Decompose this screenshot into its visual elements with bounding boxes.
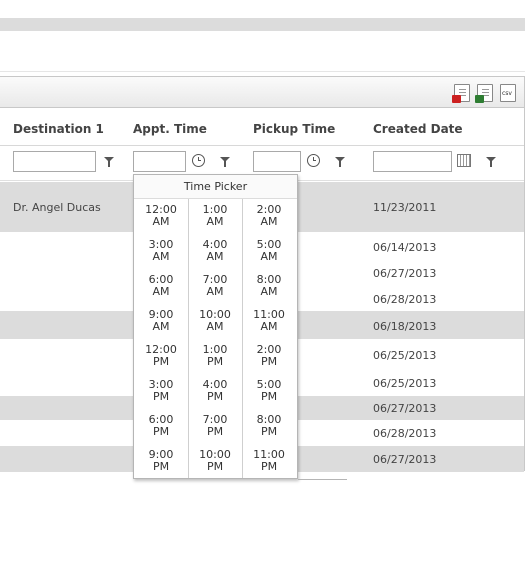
time-option-period: PM	[206, 390, 224, 403]
time-option-period: AM	[260, 285, 278, 298]
time-picker-title: Time Picker	[134, 175, 297, 199]
time-option-period: PM	[206, 355, 224, 368]
time-option-period: AM	[206, 250, 224, 263]
time-option[interactable]: 12:00 AM	[134, 204, 188, 228]
time-option-period: PM	[152, 425, 170, 438]
excel-export-icon[interactable]	[475, 84, 493, 103]
time-option[interactable]: 11:00 AM	[242, 309, 296, 333]
time-option[interactable]: 1:00 AM	[188, 204, 242, 228]
destination-cell: Dr. Angel Ducas	[13, 201, 101, 214]
time-option-period: PM	[206, 460, 224, 473]
time-option[interactable]: 7:00 PM	[188, 414, 242, 438]
time-option[interactable]: 8:00 AM	[242, 274, 296, 298]
time-picker-popup: Time Picker 12:00 AM 1:00 AM 2:00 AM 3:00 AM 4:0…	[133, 174, 298, 479]
pickup-time-filter-input[interactable]	[253, 151, 301, 172]
time-option-period: AM	[260, 215, 278, 228]
time-option-period: AM	[260, 320, 278, 333]
time-option[interactable]: 5:00 PM	[242, 379, 296, 403]
time-option-period: PM	[260, 390, 278, 403]
time-option[interactable]: 9:00 PM	[134, 449, 188, 473]
created-date-filter-icon[interactable]	[486, 157, 496, 167]
time-option-period: AM	[152, 320, 170, 333]
time-option-period: PM	[260, 460, 278, 473]
time-option[interactable]: 7:00 AM	[188, 274, 242, 298]
time-option-period: PM	[260, 425, 278, 438]
picker-shadow-edge	[298, 479, 347, 480]
appt-time-clock-icon[interactable]	[192, 154, 205, 167]
destination-filter-input[interactable]	[13, 151, 96, 172]
time-option[interactable]: 6:00 AM	[134, 274, 188, 298]
created-date-cell: 06/25/2013	[373, 349, 437, 362]
time-option[interactable]: 2:00 AM	[242, 204, 296, 228]
time-option-period: AM	[206, 320, 224, 333]
time-option[interactable]: 4:00 AM	[188, 239, 242, 263]
time-option[interactable]: 6:00 PM	[134, 414, 188, 438]
time-option[interactable]: 9:00 AM	[134, 309, 188, 333]
time-option-period: AM	[152, 285, 170, 298]
pdf-export-icon[interactable]	[452, 84, 470, 103]
column-header-appt-time[interactable]: Appt. Time	[133, 122, 207, 136]
time-option[interactable]: 1:00 PM	[188, 344, 242, 368]
created-date-filter-input[interactable]	[373, 151, 452, 172]
time-option[interactable]: 11:00 PM	[242, 449, 296, 473]
time-option[interactable]: 3:00 PM	[134, 379, 188, 403]
created-date-cell: 06/27/2013	[373, 402, 437, 415]
created-date-cell: 06/18/2013	[373, 320, 437, 333]
time-option-period: AM	[260, 250, 278, 263]
time-option-period: PM	[206, 425, 224, 438]
time-option-period: AM	[152, 250, 170, 263]
column-header-row: Destination 1 Appt. Time Pickup Time Cre…	[0, 108, 524, 146]
column-header-created-date[interactable]: Created Date	[373, 122, 463, 136]
created-date-cell: 06/27/2013	[373, 267, 437, 280]
time-option[interactable]: 10:00 AM	[188, 309, 242, 333]
csv-label: csv	[502, 90, 512, 97]
destination-filter-icon[interactable]	[104, 157, 114, 167]
appt-time-filter-icon[interactable]	[220, 157, 230, 167]
time-option[interactable]: 2:00 PM	[242, 344, 296, 368]
calendar-icon[interactable]	[457, 154, 471, 167]
time-option[interactable]: 3:00 AM	[134, 239, 188, 263]
time-option-period: AM	[206, 215, 224, 228]
created-date-cell: 06/28/2013	[373, 427, 437, 440]
pickup-time-filter-icon[interactable]	[335, 157, 345, 167]
created-date-cell: 06/27/2013	[373, 453, 437, 466]
created-date-cell: 06/28/2013	[373, 293, 437, 306]
appt-time-filter-input[interactable]	[133, 151, 186, 172]
time-option[interactable]: 4:00 PM	[188, 379, 242, 403]
csv-export-icon[interactable]: csv	[500, 84, 516, 102]
created-date-cell: 11/23/2011	[373, 201, 437, 214]
pickup-time-clock-icon[interactable]	[307, 154, 320, 167]
divider	[0, 71, 525, 72]
grid-toolbar: csv	[0, 77, 524, 108]
column-header-destination[interactable]: Destination 1	[13, 122, 104, 136]
top-bar	[0, 18, 525, 31]
time-option-period: AM	[152, 215, 170, 228]
column-header-pickup-time[interactable]: Pickup Time	[253, 122, 335, 136]
time-option[interactable]: 5:00 AM	[242, 239, 296, 263]
time-option[interactable]: 8:00 PM	[242, 414, 296, 438]
time-option[interactable]: 10:00 PM	[188, 449, 242, 473]
time-option-period: PM	[260, 355, 278, 368]
created-date-cell: 06/14/2013	[373, 241, 437, 254]
time-option-period: AM	[206, 285, 224, 298]
time-option-period: PM	[152, 355, 170, 368]
time-option[interactable]: 12:00 PM	[134, 344, 188, 368]
time-option-period: PM	[152, 390, 170, 403]
created-date-cell: 06/25/2013	[373, 377, 437, 390]
time-option-period: PM	[152, 460, 170, 473]
